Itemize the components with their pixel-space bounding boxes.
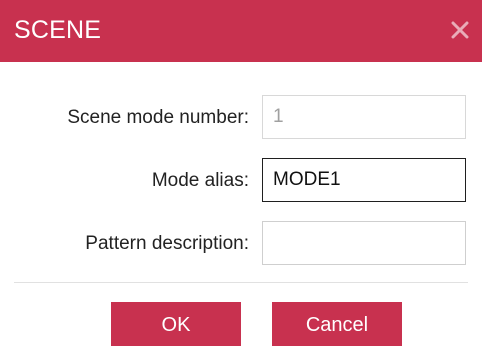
close-icon[interactable] xyxy=(448,18,472,42)
dialog-title: SCENE xyxy=(14,16,102,44)
mode-alias-label: Mode alias: xyxy=(151,170,249,191)
scene-mode-number-field xyxy=(262,95,466,139)
cancel-button[interactable]: Cancel xyxy=(272,302,402,346)
pattern-description-row: Pattern description: xyxy=(0,221,482,267)
dialog-titlebar: SCENE xyxy=(0,0,482,62)
ok-button[interactable]: OK xyxy=(111,302,241,346)
scene-mode-number-label: Scene mode number: xyxy=(67,107,249,128)
pattern-description-label: Pattern description: xyxy=(85,233,249,254)
pattern-description-field[interactable] xyxy=(262,221,466,265)
scene-mode-number-row: Scene mode number: xyxy=(0,95,482,141)
footer-divider xyxy=(14,282,468,283)
mode-alias-row: Mode alias: xyxy=(0,158,482,204)
scene-dialog: SCENE Scene mode number: Mode alias: Pat… xyxy=(0,0,482,361)
mode-alias-field[interactable] xyxy=(262,158,466,202)
